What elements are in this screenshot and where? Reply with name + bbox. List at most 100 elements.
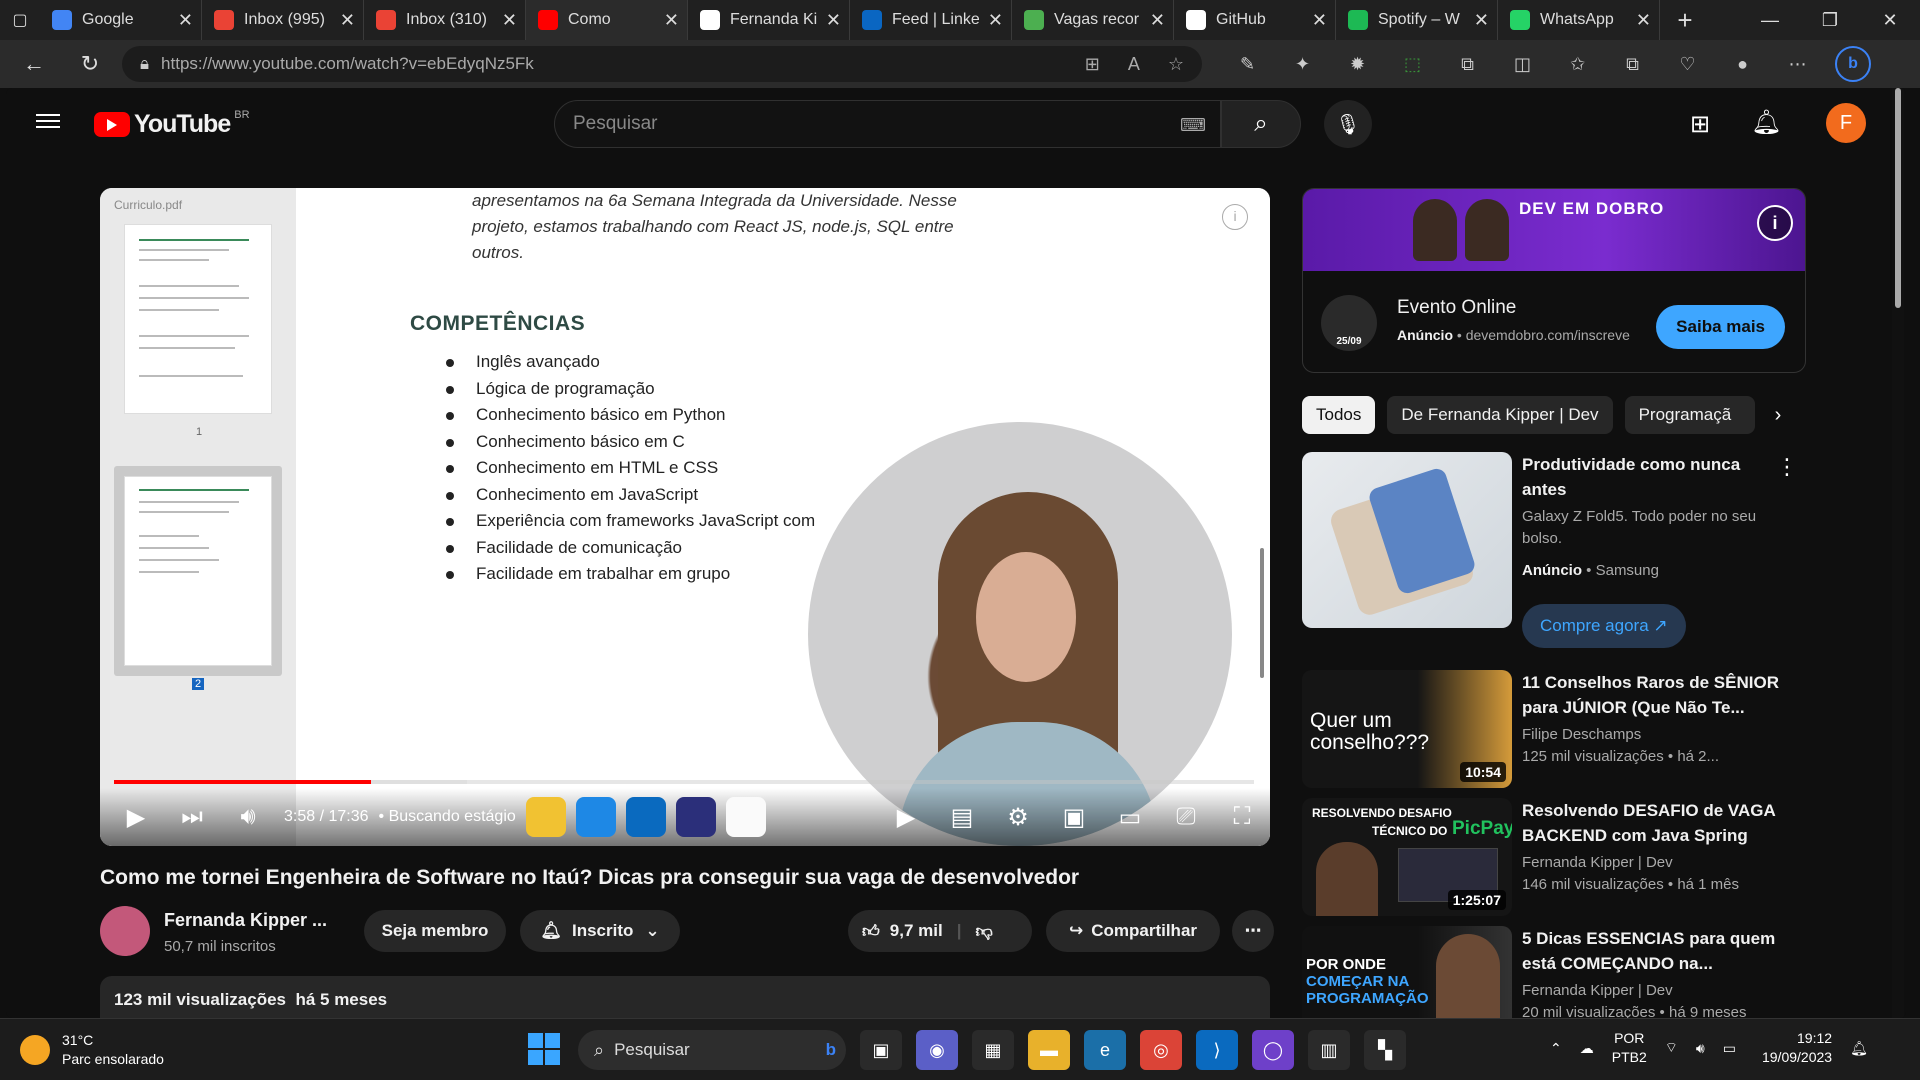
channel-avatar[interactable]: [100, 906, 150, 956]
next-icon[interactable]: ⏭: [164, 803, 220, 831]
close-window-icon[interactable]: ✕: [1860, 10, 1920, 31]
rec-title[interactable]: 5 Dicas ESSENCIAS para quem está COMEÇAN…: [1522, 926, 1782, 976]
show-hidden-icons[interactable]: ⌃: [1550, 1040, 1562, 1057]
weather-widget[interactable]: 31°C Parc ensolarado: [20, 1031, 164, 1069]
chip-channel[interactable]: De Fernanda Kipper | Dev: [1387, 396, 1613, 434]
notifications-icon[interactable]: 🔔︎: [1751, 108, 1781, 137]
tab-actions-icon[interactable]: ▢: [0, 0, 40, 40]
chip-all[interactable]: Todos: [1302, 396, 1376, 434]
chip-programming[interactable]: Programaçã: [1624, 396, 1755, 434]
rec-title[interactable]: 11 Conselhos Raros de SÊNIOR para JÚNIOR…: [1522, 670, 1782, 720]
doc-scrollbar[interactable]: [1260, 548, 1264, 678]
profile-icon[interactable]: ●: [1715, 54, 1770, 75]
close-tab-icon[interactable]: ✕: [178, 10, 193, 31]
extension-capture-icon[interactable]: ⬚: [1385, 54, 1440, 75]
channel-name[interactable]: Fernanda Kipper | Dev: [1522, 854, 1673, 871]
search-button[interactable]: ⌕: [1221, 100, 1301, 148]
recommended-video[interactable]: POR ONDE COMEÇAR NA PROGRAMAÇÃO 5 Dicas …: [1302, 926, 1806, 1018]
account-avatar[interactable]: F: [1826, 103, 1866, 143]
fullscreen-icon[interactable]: ⛶: [1214, 803, 1270, 832]
page-scrollbar[interactable]: [1892, 88, 1904, 1018]
maximize-icon[interactable]: ❐: [1800, 10, 1860, 31]
like-icon[interactable]: 👍︎: [862, 921, 880, 942]
video-thumbnail[interactable]: Quer um conselho??? 10:54: [1302, 670, 1512, 788]
browser-tab[interactable]: Inbox (310) ✕: [364, 0, 526, 40]
subtitles-icon[interactable]: ▤: [934, 803, 990, 832]
more-options-icon[interactable]: ⋮: [1776, 454, 1798, 480]
description-box[interactable]: 123 mil visualizações há 5 meses: [100, 976, 1270, 1018]
rec-title[interactable]: Produtividade como nunca antes: [1522, 452, 1782, 502]
theater-mode-icon[interactable]: ▭: [1102, 803, 1158, 832]
split-screen-icon[interactable]: ◫: [1495, 54, 1550, 75]
close-tab-icon[interactable]: ✕: [1150, 10, 1165, 31]
shop-now-button[interactable]: Compre agora ↗: [1522, 604, 1686, 648]
recommended-video[interactable]: Quer um conselho??? 10:54 11 Conselhos R…: [1302, 670, 1806, 788]
close-tab-icon[interactable]: ✕: [988, 10, 1003, 31]
browser-tab[interactable]: Feed | Linke ✕: [850, 0, 1012, 40]
learn-more-button[interactable]: Saiba mais: [1656, 305, 1785, 349]
extension-icon[interactable]: ✦: [1275, 54, 1330, 75]
close-tab-icon[interactable]: ✕: [502, 10, 517, 31]
language-indicator[interactable]: POR PTB2: [1612, 1029, 1647, 1067]
extension-gear-icon[interactable]: ✹: [1330, 54, 1385, 75]
notifications-center-icon[interactable]: 🔔︎: [1850, 1040, 1868, 1057]
browser-tab[interactable]: WhatsApp ✕: [1498, 0, 1660, 40]
minimize-icon[interactable]: —: [1740, 10, 1800, 31]
share-button[interactable]: ↪ Compartilhar: [1046, 910, 1220, 952]
channel-name[interactable]: Fernanda Kipper | Dev: [1522, 982, 1673, 999]
battery-icon[interactable]: ▭: [1723, 1040, 1736, 1057]
more-menu-icon[interactable]: ⋯: [1770, 54, 1825, 75]
play-icon[interactable]: ▶: [108, 803, 164, 832]
extensions-icon[interactable]: ⧉: [1440, 54, 1495, 75]
windows-app-icon[interactable]: ▚: [1364, 1030, 1406, 1070]
close-tab-icon[interactable]: ✕: [1636, 10, 1651, 31]
ad-banner[interactable]: DEV EM DOBRO i: [1303, 189, 1805, 271]
progress-bar[interactable]: [114, 780, 1254, 784]
channel-name[interactable]: Fernanda Kipper ...: [164, 910, 327, 931]
copilot-icon[interactable]: b: [1835, 46, 1871, 82]
speaker-icon[interactable]: 🔊︎: [1696, 1040, 1705, 1057]
youtube-logo[interactable]: YouTube BR: [94, 109, 250, 139]
app-available-icon[interactable]: ⊞: [1085, 54, 1100, 75]
channel-name[interactable]: Filipe Deschamps: [1522, 726, 1641, 743]
video-thumbnail[interactable]: RESOLVENDO DESAFIO TÉCNICO DO PicPay 1:2…: [1302, 798, 1512, 916]
rec-title[interactable]: Resolvendo DESAFIO de VAGA BACKEND com J…: [1522, 798, 1782, 848]
read-aloud-icon[interactable]: A: [1128, 54, 1140, 75]
close-tab-icon[interactable]: ✕: [826, 10, 841, 31]
teams-icon[interactable]: ◉: [916, 1030, 958, 1070]
vscode-icon[interactable]: ⟩: [1196, 1030, 1238, 1070]
dislike-icon[interactable]: 👎︎: [975, 921, 992, 942]
store-icon[interactable]: ▦: [972, 1030, 1014, 1070]
miniplayer-icon[interactable]: ▶: [878, 803, 934, 832]
ad-info-icon[interactable]: i: [1757, 205, 1793, 241]
favorites-icon[interactable]: ✩: [1550, 54, 1605, 75]
info-icon[interactable]: i: [1222, 204, 1248, 230]
extension-pen-icon[interactable]: ✎: [1220, 54, 1275, 75]
file-explorer-icon[interactable]: ▬: [1028, 1030, 1070, 1070]
github-desktop-icon[interactable]: ◯: [1252, 1030, 1294, 1070]
performance-icon[interactable]: ♡: [1660, 54, 1715, 75]
favorite-star-icon[interactable]: ☆: [1168, 54, 1184, 75]
taskbar-search[interactable]: ⌕ Pesquisar b: [578, 1030, 846, 1070]
recommended-video[interactable]: RESOLVENDO DESAFIO TÉCNICO DO PicPay 1:2…: [1302, 798, 1806, 916]
volume-icon[interactable]: 🔊︎: [220, 803, 276, 831]
task-view-icon[interactable]: ▣: [860, 1030, 902, 1070]
cast-icon[interactable]: ⎚: [1158, 803, 1214, 832]
chrome-icon[interactable]: ◎: [1140, 1030, 1182, 1070]
close-tab-icon[interactable]: ✕: [664, 10, 679, 31]
browser-tab[interactable]: Inbox (995) ✕: [202, 0, 364, 40]
chevron-right-icon[interactable]: ›: [1775, 404, 1782, 427]
edge-icon[interactable]: e: [1084, 1030, 1126, 1070]
create-video-icon[interactable]: ⊞: [1690, 110, 1710, 139]
voice-search-button[interactable]: 🎙︎: [1324, 100, 1372, 148]
search-input[interactable]: Pesquisar ⌨: [554, 100, 1221, 148]
address-bar[interactable]: 🔒︎ https://www.youtube.com/watch?v=ebEdy…: [122, 46, 1202, 82]
menu-icon[interactable]: [36, 110, 60, 134]
chapter-title[interactable]: • Buscando estágio: [379, 808, 516, 826]
browser-tab[interactable]: Como ✕: [526, 0, 688, 40]
onedrive-icon[interactable]: ☁: [1580, 1040, 1594, 1057]
more-actions-icon[interactable]: ⋯: [1232, 910, 1274, 952]
browser-tab[interactable]: Vagas recor ✕: [1012, 0, 1174, 40]
windows-start-icon[interactable]: [528, 1033, 560, 1065]
browser-tab[interactable]: Google ✕: [40, 0, 202, 40]
